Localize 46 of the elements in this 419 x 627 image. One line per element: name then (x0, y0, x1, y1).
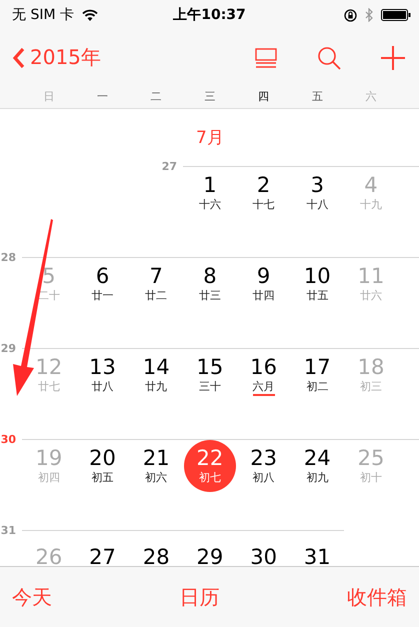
day-cell[interactable]: 13 廿八 (88, 349, 118, 401)
weekday-label: 四 (257, 89, 270, 104)
day-cell[interactable]: 6 廿一 (88, 258, 118, 310)
day-cell[interactable]: 23 初八 (248, 440, 279, 492)
day-cell[interactable]: 3 十八 (302, 167, 332, 219)
weekday-label: 五 (310, 89, 324, 104)
day-cell[interactable]: 30 (248, 531, 279, 566)
week-number: 30 (0, 433, 17, 446)
day-cell[interactable]: 21 初六 (141, 440, 172, 492)
carrier-text: 无 SIM 卡 (12, 6, 74, 24)
day-cell[interactable]: 20 初五 (88, 440, 118, 492)
search-icon[interactable] (317, 46, 341, 70)
day-cell[interactable]: 17 初二 (302, 349, 332, 401)
day-cell[interactable]: 24 初九 (302, 440, 332, 492)
day-cell[interactable]: 16 六月 (248, 349, 279, 401)
weekday-label: 二 (150, 89, 163, 104)
wifi-icon (82, 9, 98, 21)
clock-time: 上午10:37 (173, 6, 246, 24)
month-title: 7月 (194, 127, 225, 150)
list-icon[interactable] (255, 48, 277, 68)
week-number: 28 (0, 251, 17, 264)
bluetooth-icon (365, 8, 373, 22)
chevron-left-icon (12, 46, 25, 68)
battery-icon (381, 9, 411, 21)
day-cell[interactable]: 14 廿九 (141, 349, 172, 401)
day-cell[interactable]: 1 十六 (194, 167, 225, 219)
week-number: 27 (160, 160, 178, 173)
weekday-label: 日 (42, 89, 56, 104)
day-cell[interactable]: 31 (302, 531, 332, 566)
weekday-label: 三 (203, 89, 216, 104)
week-number: 29 (0, 342, 17, 355)
day-cell[interactable]: 15 三十 (194, 349, 225, 401)
week-number: 31 (0, 524, 17, 537)
day-cell[interactable]: 9 廿四 (248, 258, 279, 310)
today-marker[interactable]: 22 初七 (184, 440, 236, 492)
day-cell[interactable]: 10 廿五 (302, 258, 332, 310)
rotation-lock-icon (344, 8, 357, 22)
weekday-label: 一 (96, 89, 110, 104)
day-cell[interactable]: 29 (194, 531, 225, 566)
day-cell[interactable]: 8 廿三 (194, 258, 225, 310)
day-cell[interactable]: 2 十七 (248, 167, 279, 219)
day-cell[interactable]: 28 (141, 531, 172, 566)
day-cell[interactable]: 27 (88, 531, 118, 566)
weekday-label: 六 (364, 89, 378, 104)
day-cell[interactable]: 7 廿二 (141, 258, 172, 310)
add-icon[interactable] (381, 46, 405, 70)
